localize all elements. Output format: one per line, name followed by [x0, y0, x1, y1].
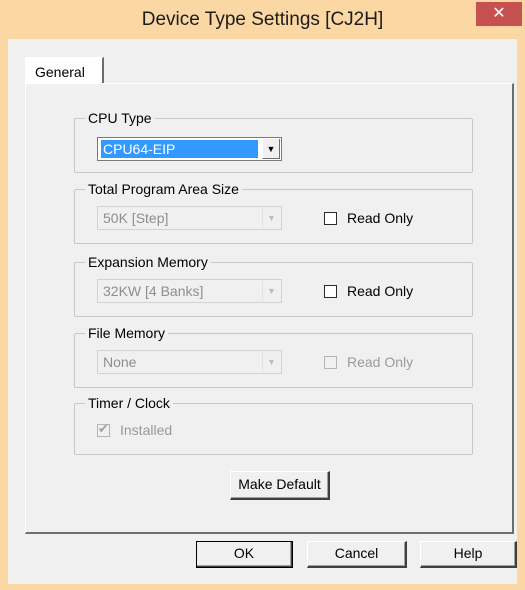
cpu-type-group: CPU Type CPU64-EIP ▼ — [74, 110, 473, 173]
tab-general-label: General — [35, 64, 85, 80]
title-bar[interactable]: Device Type Settings [CJ2H] ✕ — [0, 0, 525, 36]
dialog-window: Device Type Settings [CJ2H] ✕ General CP… — [0, 0, 525, 590]
help-button[interactable]: Help — [420, 541, 517, 568]
timer-clock-group-label: Timer / Clock — [85, 395, 173, 411]
close-icon: ✕ — [492, 5, 506, 22]
window-title: Device Type Settings [CJ2H] — [141, 9, 384, 30]
timer-clock-group: Timer / Clock ✔ Installed — [74, 395, 473, 455]
program-area-group: Total Program Area Size 50K [Step] ▼ Rea… — [74, 181, 473, 244]
file-memory-read-only-label: Read Only — [347, 354, 414, 370]
make-default-button[interactable]: Make Default — [230, 471, 330, 500]
cancel-button[interactable]: Cancel — [307, 541, 407, 568]
program-area-read-only-checkbox[interactable] — [324, 212, 337, 225]
expansion-memory-value: 32KW [4 Banks] — [103, 283, 204, 299]
program-area-read-only-label: Read Only — [347, 210, 414, 226]
file-memory-select[interactable]: None ▼ — [97, 350, 282, 374]
cpu-type-value: CPU64-EIP — [101, 140, 258, 158]
file-memory-group: File Memory None ▼ Read Only — [74, 325, 473, 388]
chevron-down-icon[interactable]: ▼ — [262, 281, 280, 301]
cpu-type-group-label: CPU Type — [85, 110, 155, 126]
expansion-memory-read-only-label: Read Only — [347, 283, 414, 299]
file-memory-group-label: File Memory — [85, 325, 169, 341]
tab-general[interactable]: General — [25, 57, 104, 83]
file-memory-read-only-checkbox[interactable] — [324, 356, 337, 369]
expansion-memory-group: Expansion Memory 32KW [4 Banks] ▼ Read O… — [74, 254, 473, 317]
program-area-value: 50K [Step] — [103, 210, 169, 226]
chevron-down-icon[interactable]: ▼ — [262, 139, 280, 159]
ok-button[interactable]: OK — [196, 541, 293, 568]
close-button[interactable]: ✕ — [476, 2, 522, 26]
installed-checkbox[interactable]: ✔ — [97, 421, 110, 437]
expansion-memory-group-label: Expansion Memory — [85, 254, 211, 270]
expansion-memory-select[interactable]: 32KW [4 Banks] ▼ — [97, 279, 282, 303]
program-area-select[interactable]: 50K [Step] ▼ — [97, 206, 282, 230]
chevron-down-icon[interactable]: ▼ — [262, 352, 280, 372]
file-memory-value: None — [103, 354, 137, 370]
cpu-type-select[interactable]: CPU64-EIP ▼ — [97, 137, 282, 161]
expansion-memory-read-only-checkbox[interactable] — [324, 285, 337, 298]
installed-label: Installed — [120, 422, 173, 438]
chevron-down-icon[interactable]: ▼ — [262, 208, 280, 228]
checkmark-icon: ✔ — [98, 421, 109, 436]
program-area-group-label: Total Program Area Size — [85, 181, 242, 197]
